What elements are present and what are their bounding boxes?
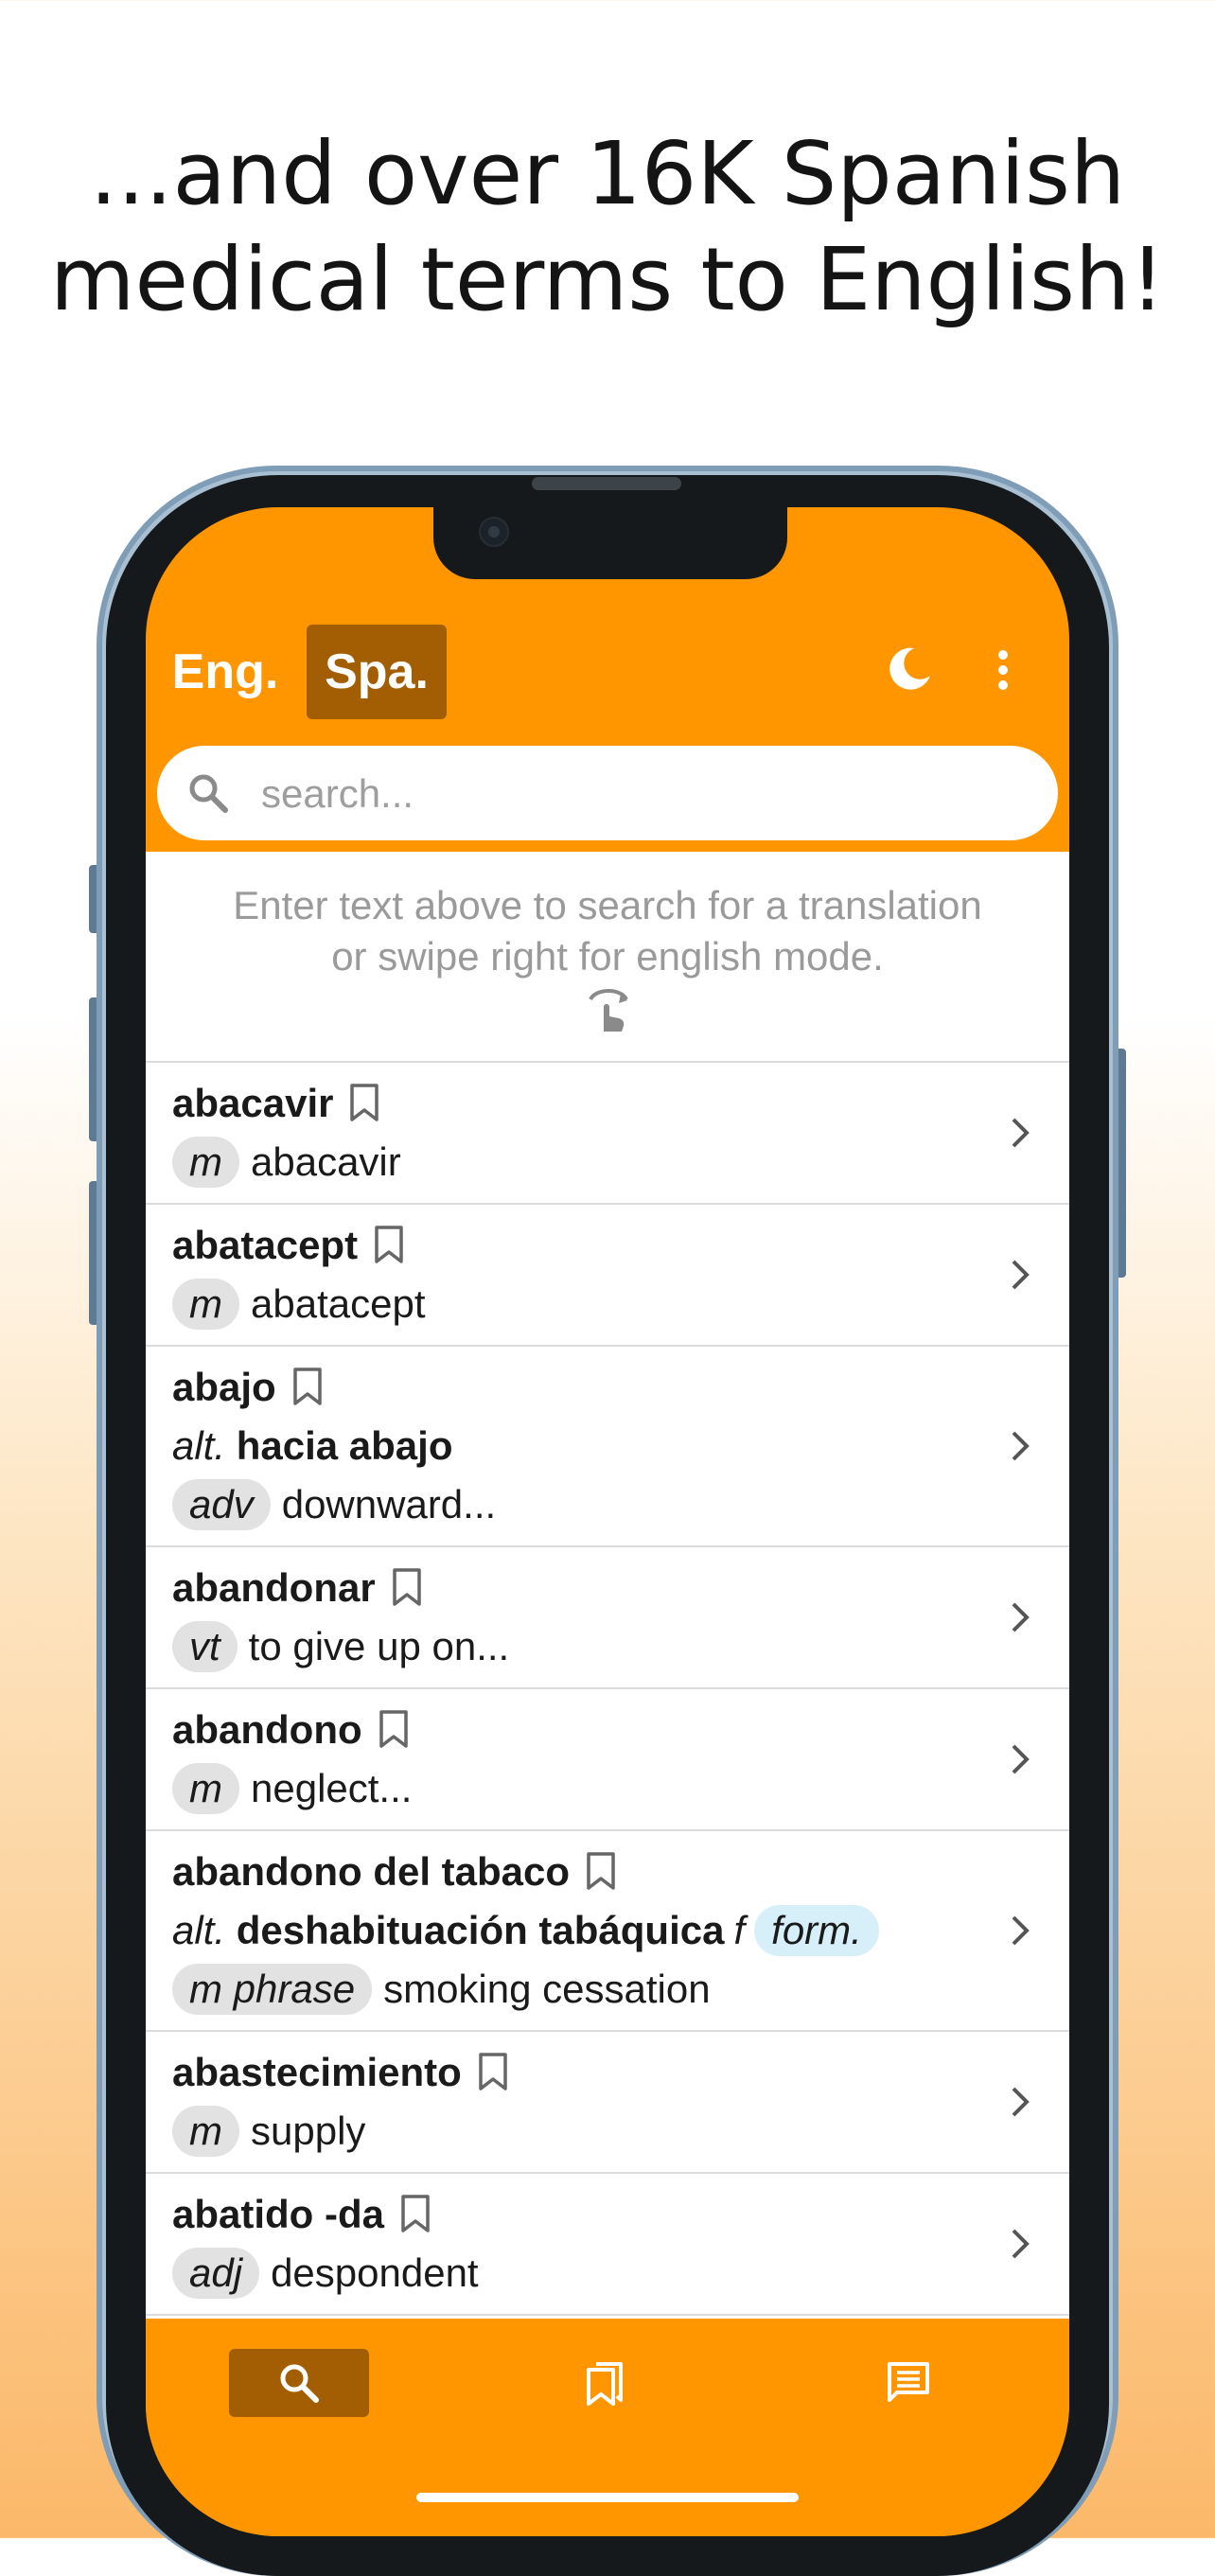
bookmark-icon[interactable] [348, 1083, 380, 1122]
phone-screen: Eng. Spa. Enter text above to search for… [146, 507, 1069, 2536]
alt-gender: f [733, 1908, 746, 1952]
part-of-speech-badge: m [172, 1279, 239, 1330]
alt-term: deshabituación tabáquica [236, 1908, 725, 1952]
register-badge: form. [754, 1905, 879, 1956]
chevron-right-icon [1012, 1118, 1030, 1148]
bookmark-icon[interactable] [477, 2052, 509, 2091]
chevron-right-icon [1012, 1915, 1030, 1946]
moon-icon[interactable] [886, 645, 933, 693]
nav-comments-button[interactable] [838, 2349, 978, 2417]
promo-headline: ...and over 16K Spanish medical terms to… [0, 121, 1215, 333]
bookmark-icon[interactable] [378, 1709, 410, 1749]
list-item[interactable]: abandono del tabaco alt. deshabituación … [146, 1831, 1069, 2032]
list-item[interactable]: abandono m neglect... [146, 1689, 1069, 1831]
part-of-speech-badge: m [172, 1763, 239, 1814]
entry-term: abajo [172, 1365, 276, 1409]
phone-speaker [532, 477, 681, 490]
results-panel[interactable]: Enter text above to search for a transla… [146, 852, 1069, 2319]
search-icon [280, 2364, 319, 2403]
bookmark-icon[interactable] [399, 2194, 431, 2233]
bottom-navigation [146, 2319, 1069, 2536]
list-item[interactable]: abajo alt. hacia abajo adv downward... [146, 1347, 1069, 1547]
entry-translation: despondent [271, 2250, 479, 2295]
part-of-speech-badge: vt [172, 1621, 238, 1672]
bookmarks-icon [587, 2362, 623, 2406]
entry-term: abatido -da [172, 2192, 385, 2236]
entry-term: abandono del tabaco [172, 1849, 571, 1894]
bookmark-icon[interactable] [291, 1367, 324, 1406]
entry-translation: abatacept [251, 1281, 426, 1326]
bookmark-icon[interactable] [373, 1225, 405, 1264]
entry-translation: neglect... [251, 1766, 413, 1810]
search-hint-line-2: or swipe right for english mode. [331, 934, 884, 979]
entry-translation: supply [251, 2108, 366, 2153]
search-bar[interactable] [157, 746, 1058, 840]
entry-term: abatacept [172, 1223, 359, 1267]
chevron-right-icon [1012, 1260, 1030, 1290]
entry-translation: to give up on... [248, 1624, 510, 1668]
entry-list: abacavir m abacavir abatacept m abatacept … [146, 1061, 1069, 2316]
entry-term: abastecimiento [172, 2050, 462, 2094]
entry-translation: downward... [281, 1482, 497, 1526]
search-icon [189, 774, 228, 813]
entry-translation: abacavir [251, 1139, 401, 1184]
alt-term: hacia abajo [236, 1423, 453, 1468]
home-indicator[interactable] [416, 2493, 799, 2502]
nav-search-button[interactable] [229, 2349, 369, 2417]
nav-bookmarks-button[interactable] [536, 2349, 676, 2417]
part-of-speech-badge: m [172, 1137, 239, 1188]
part-of-speech-badge: m [172, 2106, 239, 2157]
entry-term: abacavir [172, 1081, 334, 1125]
list-item[interactable]: abastecimiento m supply [146, 2032, 1069, 2174]
search-hint-line-1: Enter text above to search for a transla… [233, 883, 982, 927]
alt-label: alt. [172, 1423, 226, 1468]
alt-label: alt. [172, 1908, 226, 1952]
part-of-speech-badge: adv [172, 1479, 271, 1530]
entry-term: abandonar [172, 1565, 376, 1610]
bookmark-icon[interactable] [391, 1567, 423, 1607]
swipe-gesture-icon [589, 989, 628, 1032]
chevron-right-icon [1012, 1431, 1030, 1461]
phone-notch [433, 507, 787, 579]
chevron-right-icon [1012, 2229, 1030, 2259]
chevron-right-icon [1012, 1602, 1030, 1632]
more-vert-icon[interactable] [995, 649, 1011, 691]
entry-translation: smoking cessation [383, 1967, 711, 2011]
comments-icon [888, 2362, 929, 2402]
search-hint: Enter text above to search for a transla… [146, 880, 1069, 982]
promo-headline-line-2: medical terms to English! [49, 229, 1166, 330]
tab-english[interactable]: Eng. [168, 625, 282, 719]
tab-spanish[interactable]: Spa. [307, 625, 447, 719]
chevron-right-icon [1012, 1744, 1030, 1774]
entry-term: abandono [172, 1707, 362, 1752]
chevron-right-icon [1012, 2087, 1030, 2117]
part-of-speech-badge: m phrase [172, 1964, 373, 2015]
list-item[interactable]: abatido -da adj despondent [146, 2174, 1069, 2316]
list-item[interactable]: abatacept m abatacept [146, 1205, 1069, 1347]
bookmark-icon[interactable] [585, 1851, 617, 1891]
front-camera-icon [479, 517, 509, 547]
list-item[interactable]: abacavir m abacavir [146, 1063, 1069, 1205]
promo-headline-line-1: ...and over 16K Spanish [89, 123, 1126, 224]
search-input[interactable] [259, 759, 1020, 829]
list-item[interactable]: abandonar vt to give up on... [146, 1547, 1069, 1689]
part-of-speech-badge: adj [172, 2248, 260, 2299]
